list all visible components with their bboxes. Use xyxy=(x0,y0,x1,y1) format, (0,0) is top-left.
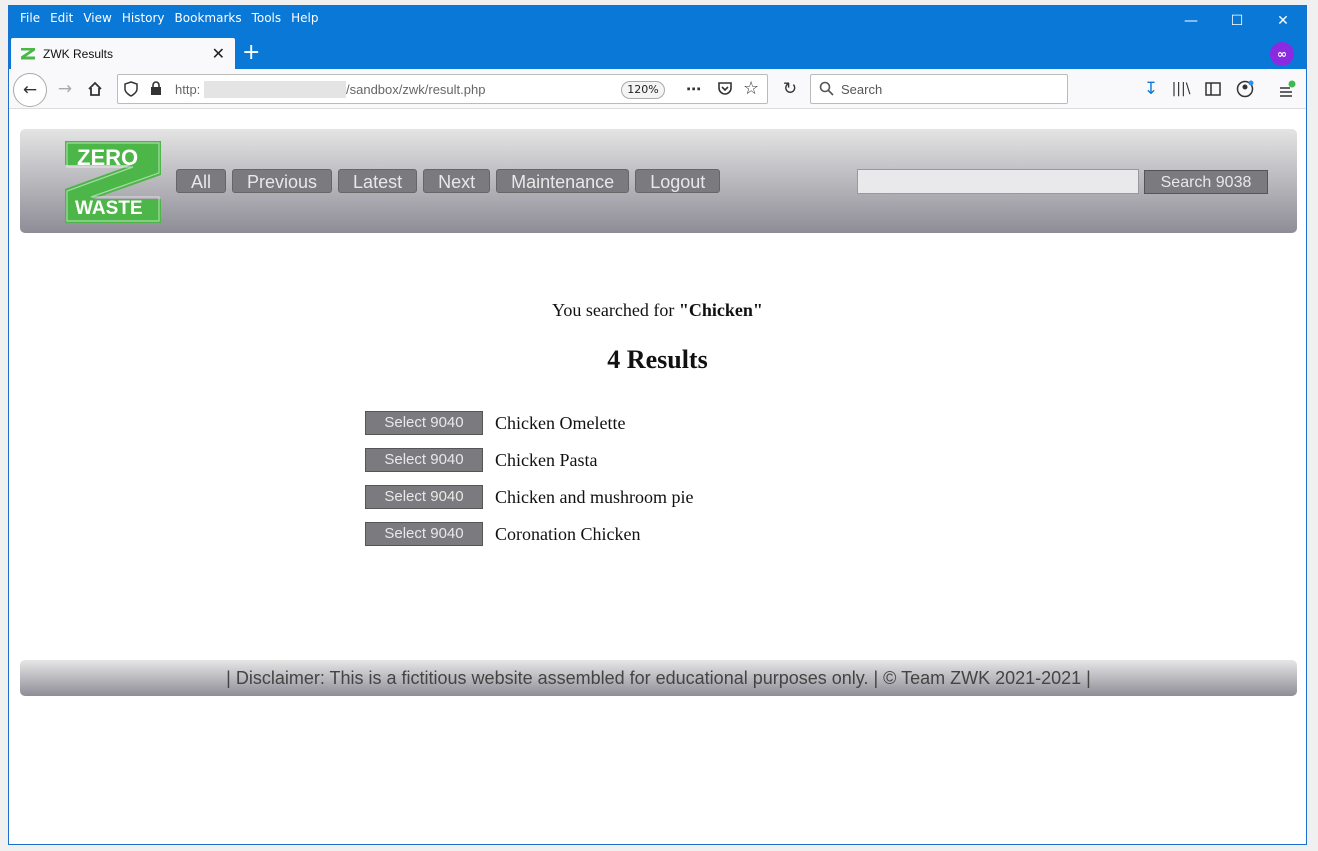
nav-previous-button[interactable]: Previous xyxy=(232,169,333,193)
site-nav: All Previous Latest Next Maintenance Log… xyxy=(176,169,721,193)
browser-search-bar[interactable]: Search xyxy=(810,74,1068,104)
result-row: Select 9040 Chicken and mushroom pie xyxy=(365,485,693,509)
zero-waste-logo[interactable]: ZERO WASTE xyxy=(65,141,163,225)
close-tab-icon[interactable]: ✕ xyxy=(212,44,225,63)
home-icon[interactable] xyxy=(81,75,109,103)
select-result-button[interactable]: Select 9040 xyxy=(365,522,483,546)
shield-icon[interactable] xyxy=(124,81,138,101)
search-placeholder: Search xyxy=(841,82,883,97)
select-result-button[interactable]: Select 9040 xyxy=(365,411,483,435)
close-window-icon[interactable]: ✕ xyxy=(1260,6,1306,36)
back-arrow-icon[interactable]: ← xyxy=(13,73,47,107)
tab-zwk-results[interactable]: ZWK Results ✕ xyxy=(11,38,235,69)
account-icon[interactable] xyxy=(1231,75,1259,103)
page-content: ZERO WASTE All Previous Latest Next Main… xyxy=(9,110,1306,844)
result-name: Coronation Chicken xyxy=(495,523,641,544)
result-name: Chicken Pasta xyxy=(495,449,598,470)
page-actions-icon[interactable]: ⋯ xyxy=(686,80,701,98)
menu-edit[interactable]: Edit xyxy=(45,10,78,28)
reload-icon[interactable]: ↻ xyxy=(776,75,804,103)
logo-text-waste: WASTE xyxy=(75,198,143,219)
nav-logout-button[interactable]: Logout xyxy=(635,169,721,193)
site-search-button[interactable]: Search 9038 xyxy=(1144,170,1268,194)
searched-prefix: You searched for xyxy=(552,300,679,320)
site-search-input[interactable] xyxy=(857,169,1139,194)
menu-tools[interactable]: Tools xyxy=(247,10,287,28)
nav-latest-button[interactable]: Latest xyxy=(338,169,418,193)
result-row: Select 9040 Coronation Chicken xyxy=(365,522,640,546)
sidebar-icon[interactable] xyxy=(1199,75,1227,103)
private-browsing-icon: ∞ xyxy=(1270,42,1294,66)
window-controls: — ☐ ✕ xyxy=(1168,6,1306,36)
zoom-level-badge[interactable]: 120% xyxy=(621,81,665,99)
search-icon xyxy=(819,81,834,100)
url-redacted-host xyxy=(204,81,346,98)
menu-help[interactable]: Help xyxy=(286,10,323,28)
results-count-heading: 4 Results xyxy=(607,345,708,374)
navigation-toolbar: ← → http: /sandbox/zwk/result.php 120% ⋯… xyxy=(9,69,1306,109)
result-name: Chicken and mushroom pie xyxy=(495,486,694,507)
result-row: Select 9040 Chicken Pasta xyxy=(365,448,597,472)
zwk-favicon-icon xyxy=(21,47,35,60)
forward-arrow-icon[interactable]: → xyxy=(51,75,79,103)
hamburger-menu-icon[interactable] xyxy=(1273,75,1301,103)
new-tab-icon[interactable]: + xyxy=(242,40,260,66)
select-result-button[interactable]: Select 9040 xyxy=(365,448,483,472)
nav-maintenance-button[interactable]: Maintenance xyxy=(496,169,630,193)
maximize-icon[interactable]: ☐ xyxy=(1214,6,1260,36)
downloads-icon[interactable]: ↧ xyxy=(1137,75,1165,103)
nav-next-button[interactable]: Next xyxy=(423,169,491,193)
url-scheme: http: xyxy=(175,82,201,97)
search-query: "Chicken" xyxy=(678,300,763,320)
result-row: Select 9040 Chicken Omelette xyxy=(365,411,625,435)
searched-for-text: You searched for "Chicken" xyxy=(9,300,1306,321)
pocket-icon[interactable] xyxy=(717,80,733,100)
menu-bookmarks[interactable]: Bookmarks xyxy=(170,10,247,28)
minimize-icon[interactable]: — xyxy=(1168,6,1214,36)
nav-all-button[interactable]: All xyxy=(176,169,227,193)
logo-text-zero: ZERO xyxy=(77,145,139,170)
site-footer: | Disclaimer: This is a fictitious websi… xyxy=(20,660,1297,696)
menu-bar: File Edit View History Bookmarks Tools H… xyxy=(15,10,324,28)
result-name: Chicken Omelette xyxy=(495,412,626,433)
menu-file[interactable]: File xyxy=(15,10,45,28)
tab-title: ZWK Results xyxy=(43,46,114,61)
site-header: ZERO WASTE All Previous Latest Next Main… xyxy=(20,129,1297,233)
address-bar[interactable]: http: /sandbox/zwk/result.php 120% ⋯ ☆ xyxy=(117,74,768,104)
title-bar: File Edit View History Bookmarks Tools H… xyxy=(9,6,1306,69)
menu-history[interactable]: History xyxy=(117,10,170,28)
browser-window: File Edit View History Bookmarks Tools H… xyxy=(8,5,1307,845)
url-path: /sandbox/zwk/result.php xyxy=(346,82,486,97)
select-result-button[interactable]: Select 9040 xyxy=(365,485,483,509)
library-icon[interactable]: |||\ xyxy=(1167,75,1195,103)
bookmark-star-icon[interactable]: ☆ xyxy=(743,78,759,99)
lock-icon[interactable] xyxy=(150,81,162,100)
menu-view[interactable]: View xyxy=(78,10,116,28)
